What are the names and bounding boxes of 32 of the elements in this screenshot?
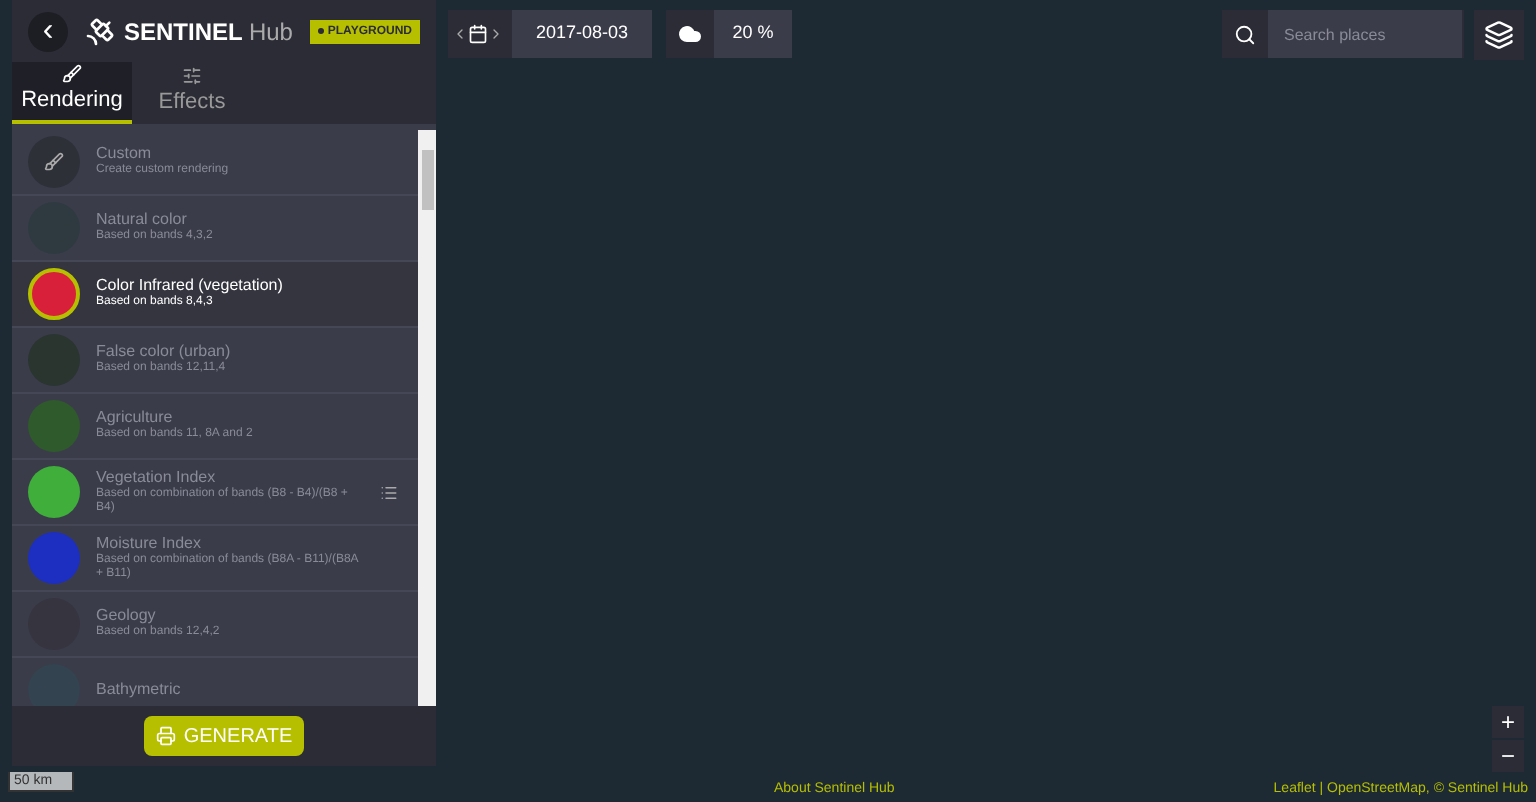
rendering-name: Natural color xyxy=(96,210,189,229)
rendering-name: Custom xyxy=(96,144,154,163)
tab[interactable]: Rendering xyxy=(12,62,132,124)
brush-icon xyxy=(44,152,64,172)
search-icon[interactable] xyxy=(1234,23,1256,45)
rendering-name: Geology xyxy=(96,606,158,625)
rendering-name: Agriculture xyxy=(96,408,175,427)
brush-icon xyxy=(62,64,82,85)
logo-text: SENTINEL Hub xyxy=(124,15,293,49)
rendering-name: False color (urban) xyxy=(96,342,233,361)
next-icon[interactable] xyxy=(488,26,504,42)
satellite-icon xyxy=(84,15,116,47)
zoom-in-button[interactable]: + xyxy=(1492,706,1524,738)
zoom-out-button[interactable]: − xyxy=(1492,740,1524,772)
back-button[interactable]: ‹ xyxy=(28,11,68,51)
scrollbar[interactable] xyxy=(418,130,436,706)
layers-icon xyxy=(1484,20,1514,50)
rendering-name: Bathymetric xyxy=(96,680,183,700)
layers-button[interactable] xyxy=(1474,10,1524,60)
date-field[interactable]: 2017-08-03 xyxy=(512,10,652,58)
previous-icon[interactable] xyxy=(452,26,468,42)
rendering-name: Vegetation Index xyxy=(96,467,218,487)
sliders-icon xyxy=(182,66,202,87)
cloud-icon xyxy=(678,22,702,46)
tab[interactable]: Effects xyxy=(132,62,252,124)
calendar-icon[interactable] xyxy=(468,24,488,44)
printer-icon xyxy=(155,726,176,746)
rendering-name: Moisture Index xyxy=(96,533,203,553)
list-icon[interactable] xyxy=(380,483,398,501)
search-field[interactable]: Search places xyxy=(1268,10,1462,58)
cloud-coverage-field[interactable]: 20 % xyxy=(714,10,792,58)
rendering-name: Color Infrared (vegetation) xyxy=(96,276,285,295)
